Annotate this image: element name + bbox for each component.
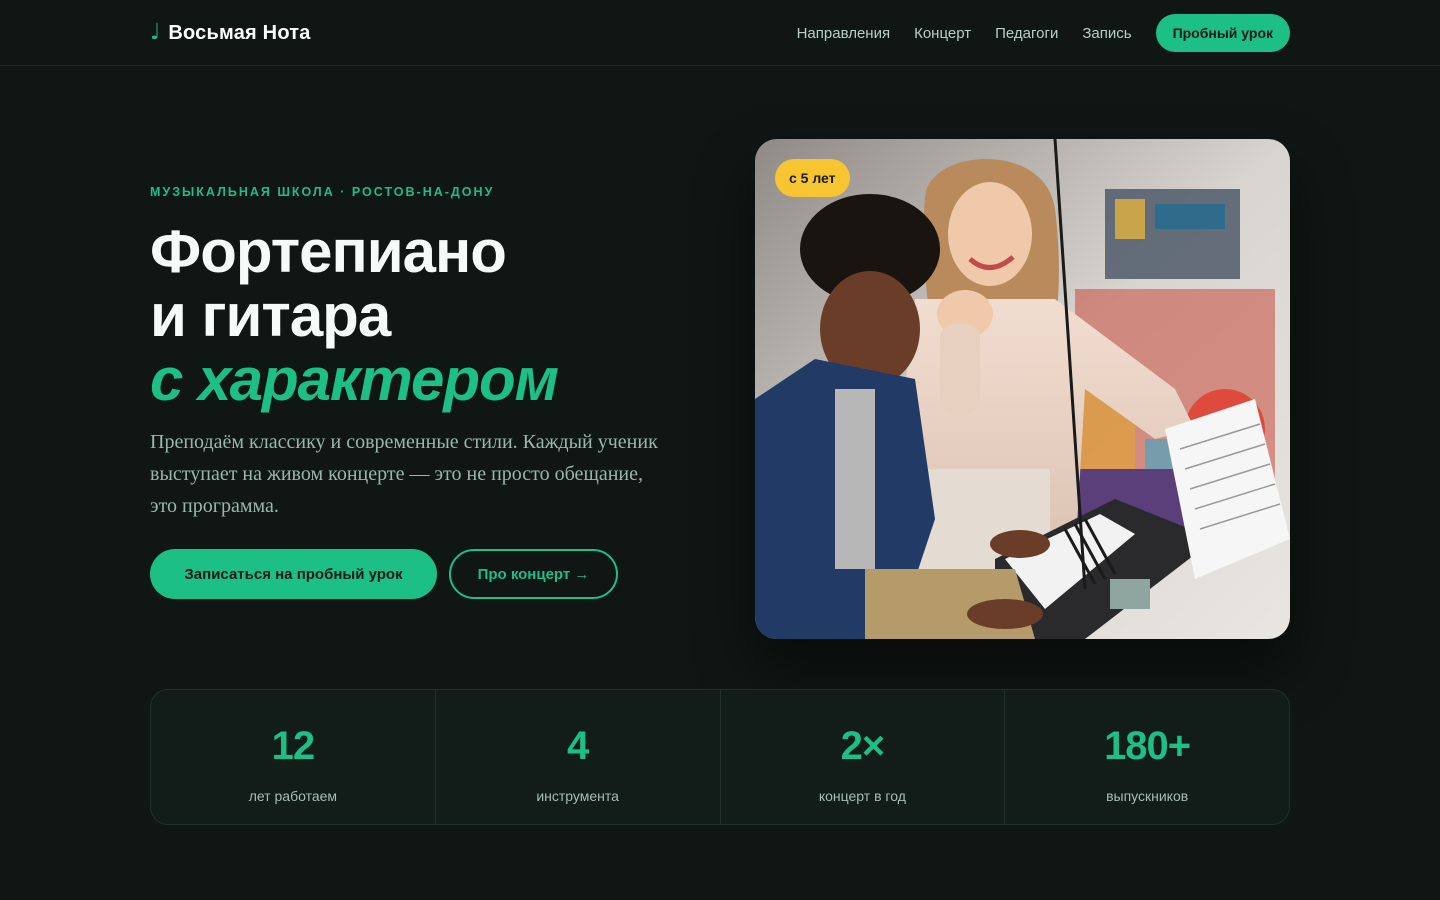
hero-lead: Преподаём классику и современные стили. … — [150, 431, 658, 517]
stat-value: 2× — [840, 724, 886, 768]
about-concert-button[interactable]: Про концерт → — [449, 549, 618, 599]
teacher-student-piano-illustration — [755, 139, 1290, 639]
hero-title-line-2: и гитара — [150, 282, 391, 349]
main-nav: Направления Концерт Педагоги Запись Проб… — [797, 14, 1290, 52]
nav-link-concert[interactable]: Концерт — [914, 25, 971, 42]
music-note-icon: ♩ — [150, 20, 161, 45]
trial-lesson-button[interactable]: Пробный урок — [1155, 14, 1290, 52]
stat-label: выпускников — [1106, 788, 1189, 804]
stat-value: 180+ — [1104, 724, 1191, 768]
stat-value: 4 — [567, 724, 589, 768]
hero-title: Фортепиано и гитара с характером — [150, 220, 730, 412]
site-header: ♩ Восьмая Нота Направления Концерт Педаг… — [0, 0, 1440, 66]
stat-label: инструмента — [536, 788, 619, 804]
nav-link-signup[interactable]: Запись — [1082, 25, 1131, 42]
stats-panel: 12 лет работаем 4 инструмента 2× концерт… — [150, 689, 1290, 825]
age-badge: с 5 лет — [775, 159, 850, 197]
hero-title-line-1: Фортепиано — [150, 218, 507, 285]
stat-years: 12 лет работаем — [151, 690, 436, 824]
logo[interactable]: ♩ Восьмая Нота — [150, 19, 311, 47]
hero-eyebrow: МУЗЫКАЛЬНАЯ ШКОЛА · РОСТОВ-НА-ДОНУ — [150, 185, 495, 199]
stat-value: 12 — [271, 724, 315, 768]
nav-link-teachers[interactable]: Педагоги — [995, 25, 1058, 42]
hero-photo — [755, 139, 1290, 639]
nav-link-directions[interactable]: Направления — [797, 25, 891, 42]
hero-title-accent: с характером — [150, 346, 559, 413]
stat-label: концерт в год — [818, 788, 906, 804]
stat-concerts: 2× концерт в год — [721, 690, 1006, 824]
stat-graduates: 180+ выпускников — [1005, 690, 1289, 824]
logo-text: Восьмая Нота — [168, 21, 311, 44]
signup-trial-button[interactable]: Записаться на пробный урок — [150, 549, 437, 599]
stat-label: лет работаем — [248, 788, 338, 804]
stat-instruments: 4 инструмента — [436, 690, 721, 824]
